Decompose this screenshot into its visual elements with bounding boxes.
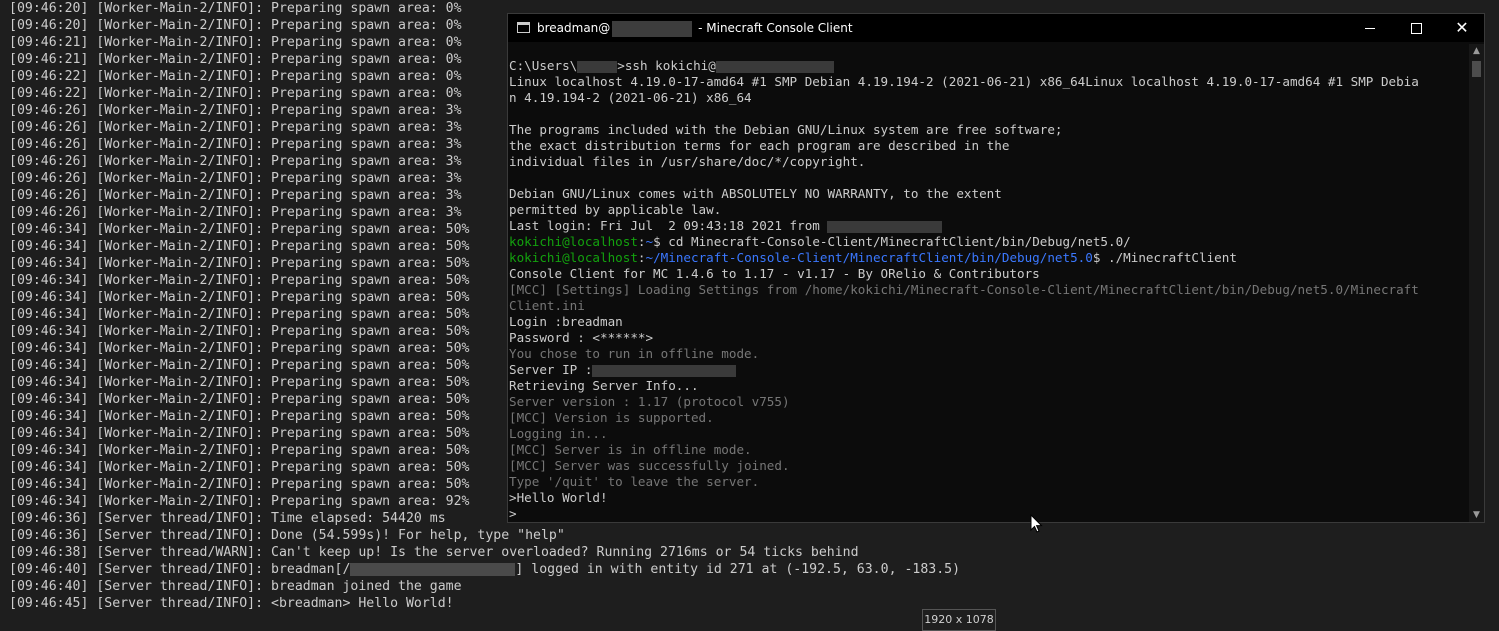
settings-line-2: Client.ini <box>509 298 585 313</box>
offline-mode-line: [MCC] Server is in offline mode. <box>509 442 752 457</box>
log-line-chat: [09:46:45] [Server thread/INFO]: <breadm… <box>9 596 454 611</box>
joined-line: [MCC] Server was successfully joined. <box>509 458 790 473</box>
log-login-suffix: ] logged in with entity id 271 at (-192.… <box>515 562 961 577</box>
warranty-line-2: permitted by applicable law. <box>509 202 722 217</box>
quit-hint-line: Type '/quit' to leave the server. <box>509 474 760 489</box>
server-ip-line: Server IP : <box>509 362 1469 378</box>
prompt-path: ~ <box>645 234 654 249</box>
ssh-command-line: C:\Users\ >ssh kokichi@ <box>509 58 1469 74</box>
ssh-command: >ssh kokichi@ <box>617 58 716 73</box>
version-supported-line: [MCC] Version is supported. <box>509 410 714 425</box>
log-login-prefix: [09:46:40] [Server thread/INFO]: breadma… <box>9 562 351 577</box>
log-line-joined: [09:46:40] [Server thread/INFO]: breadma… <box>9 579 462 594</box>
password-line: Password : <******> <box>509 330 654 345</box>
client-banner: Console Client for MC 1.4.6 to 1.17 - v1… <box>509 266 1040 281</box>
motd-line-3: individual files in /usr/share/doc/*/cop… <box>509 154 866 169</box>
uname-line-2: n 4.19.194-2 (2021-06-21) x86_64 <box>509 90 752 105</box>
prompt-colon: : <box>637 234 646 249</box>
prompt-path: ~/Minecraft-Console-Client/MinecraftClie… <box>645 250 1093 265</box>
ssh-prefix: C:\Users\ <box>509 58 578 73</box>
prompt-user: kokichi@localhost <box>509 234 638 249</box>
maximize-button[interactable] <box>1393 14 1439 42</box>
logging-in-line: Logging in... <box>509 426 608 441</box>
scroll-up-icon[interactable]: ▲ <box>1469 44 1484 58</box>
motd-line-2: the exact distribution terms for each pr… <box>509 138 1010 153</box>
log-line-login: [09:46:40] [Server thread/INFO]: breadma… <box>9 561 960 578</box>
scroll-thumb[interactable] <box>1472 61 1481 77</box>
redacted-username <box>577 60 618 73</box>
motd-line-1: The programs included with the Debian GN… <box>509 122 1063 137</box>
resolution-tooltip: 1920 x 1078 <box>922 609 996 631</box>
prompt-user: kokichi@localhost <box>509 250 638 265</box>
minimize-icon <box>1365 27 1375 29</box>
redacted-ip <box>350 562 516 576</box>
window-title: breadman@ - Minecraft Console Client <box>537 14 853 42</box>
close-icon: ✕ <box>1455 18 1469 37</box>
console-app-icon <box>517 22 530 33</box>
prompt-line-run: kokichi@localhost:~/Minecraft-Console-Cl… <box>509 250 1469 266</box>
vertical-scrollbar[interactable]: ▲ ▼ <box>1469 44 1484 522</box>
maximize-icon <box>1410 22 1422 34</box>
offline-choice-line: You chose to run in offline mode. <box>509 346 760 361</box>
title-bar[interactable]: breadman@ - Minecraft Console Client ✕ <box>508 14 1484 42</box>
prompt-line-cd: kokichi@localhost:~$ cd Minecraft-Consol… <box>509 234 1469 250</box>
login-line: Login :breadman <box>509 314 623 329</box>
title-user: breadman@ <box>537 21 611 35</box>
redacted-hostname <box>612 20 693 37</box>
uname-line-1: Linux localhost 4.19.0-17-amd64 #1 SMP D… <box>509 74 1419 89</box>
log-line: [09:46:36] [Server thread/INFO]: Done (5… <box>9 528 565 543</box>
hello-line: >Hello World! <box>509 490 608 505</box>
retrieving-line: Retrieving Server Info... <box>509 378 699 393</box>
log-line: [09:46:38] [Server thread/WARN]: Can't k… <box>9 545 859 560</box>
scroll-down-icon[interactable]: ▼ <box>1469 508 1484 522</box>
server-version-line: Server version : 1.17 (protocol v755) <box>509 394 790 409</box>
terminal-output[interactable]: C:\Users\ >ssh kokichi@ Linux localhost 4… <box>509 58 1469 522</box>
mouse-cursor-icon <box>1030 514 1043 533</box>
last-login-text: Last login: Fri Jul 2 09:43:18 2021 from <box>509 218 828 233</box>
prompt-colon: : <box>637 250 646 265</box>
prompt-command: $ cd Minecraft-Console-Client/MinecraftC… <box>653 234 1131 249</box>
settings-line-1: [MCC] [Settings] Loading Settings from /… <box>509 282 1419 297</box>
input-prompt[interactable]: > <box>509 506 1469 522</box>
warranty-line-1: Debian GNU/Linux comes with ABSOLUTELY N… <box>509 186 1002 201</box>
redacted-server-ip <box>592 364 737 377</box>
close-button[interactable]: ✕ <box>1439 14 1485 42</box>
server-log-tail: [09:46:40] [Server thread/INFO]: breadma… <box>9 561 960 612</box>
minimize-button[interactable] <box>1347 14 1393 42</box>
server-ip-label: Server IP : <box>509 362 593 377</box>
last-login-line: Last login: Fri Jul 2 09:43:18 2021 from <box>509 218 1469 234</box>
prompt-command: $ ./MinecraftClient <box>1092 250 1237 265</box>
redacted-login-ip <box>827 220 943 233</box>
redacted-host <box>715 60 834 73</box>
console-window[interactable]: breadman@ - Minecraft Console Client ✕ C… <box>507 13 1485 523</box>
title-app: - Minecraft Console Client <box>694 21 853 35</box>
